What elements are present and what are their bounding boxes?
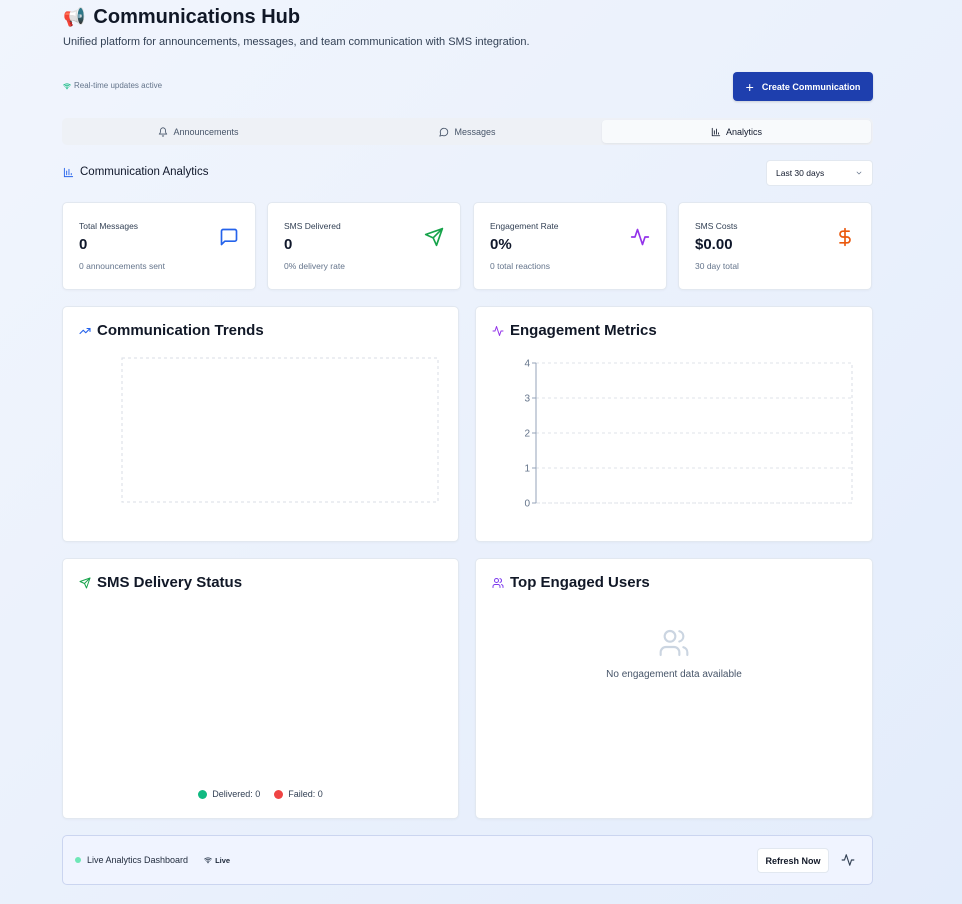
activity-icon xyxy=(630,227,650,247)
failed-dot xyxy=(274,789,284,799)
stat-value: 0% xyxy=(490,236,512,253)
empty-state: No engagement data available xyxy=(476,627,872,680)
dollar-icon xyxy=(835,227,855,247)
stat-value: $0.00 xyxy=(695,236,733,253)
y-tick-label: 4 xyxy=(524,359,530,370)
y-tick-label: 1 xyxy=(524,464,530,475)
page-title-text: Communications Hub xyxy=(93,6,301,28)
stat-label: SMS Delivered xyxy=(284,221,341,231)
tab-analytics-label: Analytics xyxy=(725,126,762,137)
live-status: Live Analytics Dashboard Live xyxy=(75,855,230,865)
plus-icon: + xyxy=(745,78,754,95)
users-icon xyxy=(492,577,504,588)
stat-card-total-messages: Total Messages 0 0 announcements sent xyxy=(62,202,256,290)
engagement-metrics-panel: Engagement Metrics 0 1 2 3 4 xyxy=(475,306,873,542)
engagement-chart: 0 1 2 3 4 xyxy=(524,359,853,510)
stat-card-sms-costs: SMS Costs $0.00 30 day total xyxy=(678,202,872,290)
panel-title: Communication Trends xyxy=(79,322,264,339)
sms-delivery-panel: SMS Delivery Status Delivered: 0 Failed:… xyxy=(62,558,459,819)
chevron-down-icon xyxy=(856,171,862,175)
stat-value: 0 xyxy=(284,236,293,253)
engagement-title: Engagement Metrics xyxy=(510,322,657,339)
panel-title: Engagement Metrics xyxy=(492,322,657,339)
legend-delivered-text: Delivered: 0 xyxy=(212,789,261,799)
live-dot xyxy=(75,857,81,863)
legend-failed-text: Failed: 0 xyxy=(288,789,323,799)
stat-card-sms-delivered: SMS Delivered 0 0% delivery rate xyxy=(267,202,461,290)
tab-announcements-label: Announcements xyxy=(173,126,239,137)
top-engaged-users-panel: Top Engaged Users No engagement data ava… xyxy=(475,558,873,819)
bar-chart-icon xyxy=(63,167,74,177)
activity-icon[interactable] xyxy=(841,853,855,867)
sms-title: SMS Delivery Status xyxy=(97,574,243,591)
stat-card-engagement-rate: Engagement Rate 0% 0 total reactions xyxy=(473,202,667,290)
stat-label: Engagement Rate xyxy=(490,221,559,231)
stat-sub: 30 day total xyxy=(695,261,739,271)
y-tick-label: 3 xyxy=(524,394,530,405)
page-subtitle: Unified platform for announcements, mess… xyxy=(63,36,530,48)
realtime-status-text: Real-time updates active xyxy=(74,81,163,90)
create-communication-label: Create Communication xyxy=(761,81,861,92)
megaphone-icon: 📢 xyxy=(63,7,86,27)
activity-icon xyxy=(492,325,504,336)
send-icon xyxy=(424,227,444,247)
sms-legend: Delivered: 0 Failed: 0 xyxy=(63,789,458,799)
message-square-icon xyxy=(219,227,239,247)
communication-trends-panel: Communication Trends xyxy=(62,306,459,542)
users-icon xyxy=(659,629,689,657)
wifi-icon xyxy=(63,82,71,89)
tab-analytics[interactable]: Analytics xyxy=(602,120,871,143)
send-icon xyxy=(79,577,91,588)
trends-chart-plot-area xyxy=(121,357,439,503)
analytics-heading: Communication Analytics xyxy=(63,166,208,178)
refresh-now-button[interactable]: Refresh Now xyxy=(757,848,829,873)
trends-title: Communication Trends xyxy=(97,322,264,339)
y-tick-label: 2 xyxy=(524,429,530,440)
live-dashboard-label: Live Analytics Dashboard xyxy=(87,855,189,865)
stat-label: Total Messages xyxy=(79,221,139,231)
panel-title: Top Engaged Users xyxy=(492,574,650,591)
bar-chart-icon xyxy=(711,127,721,136)
live-analytics-bar: Live Analytics Dashboard Live Refresh No… xyxy=(62,835,873,885)
trends-chart xyxy=(121,357,439,503)
users-title: Top Engaged Users xyxy=(510,574,650,591)
delivered-dot xyxy=(198,789,208,799)
y-tick-label: 0 xyxy=(524,499,530,510)
stat-label: SMS Costs xyxy=(695,221,738,231)
message-icon xyxy=(439,127,449,137)
page-title: 📢 Communications Hub xyxy=(63,6,300,29)
stat-sub: 0% delivery rate xyxy=(284,261,345,271)
stat-value: 0 xyxy=(79,236,88,253)
analytics-heading-text: Communication Analytics xyxy=(80,166,209,178)
date-range-value: Last 30 days xyxy=(776,168,825,178)
panel-title: SMS Delivery Status xyxy=(79,574,242,591)
trending-up-icon xyxy=(79,327,91,334)
legend-failed: Failed: 0 xyxy=(274,789,323,799)
bell-icon xyxy=(159,126,168,137)
realtime-status: Real-time updates active xyxy=(63,81,162,90)
empty-state-text: No engagement data available xyxy=(606,669,742,680)
wifi-icon xyxy=(204,857,212,864)
date-range-select[interactable]: Last 30 days xyxy=(766,160,873,186)
tab-bar: Announcements Messages Analytics xyxy=(62,118,873,145)
live-badge: Live xyxy=(204,856,230,865)
live-badge-text: Live xyxy=(215,855,231,865)
tab-messages-label: Messages xyxy=(454,126,496,137)
tab-messages[interactable]: Messages xyxy=(333,120,602,143)
stat-sub: 0 total reactions xyxy=(490,261,551,271)
legend-delivered: Delivered: 0 xyxy=(198,789,260,799)
create-communication-button[interactable]: + Create Communication xyxy=(733,72,873,101)
tab-announcements[interactable]: Announcements xyxy=(64,120,333,143)
stat-sub: 0 announcements sent xyxy=(79,261,166,271)
